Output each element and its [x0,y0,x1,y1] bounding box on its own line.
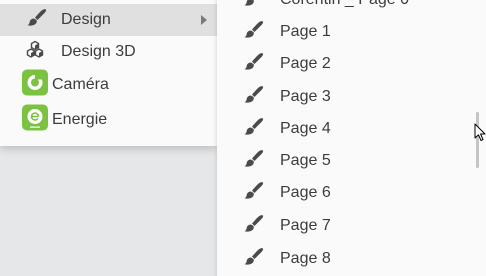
brush-icon [244,0,264,12]
brush-icon [27,9,47,32]
menu-item-design-3d[interactable]: Design 3D [0,36,217,68]
menu-item-label: Design [61,11,111,28]
cubes-icon [26,40,44,64]
submenu-item-page-4[interactable]: Page 4 [217,113,467,145]
brush-icon [244,215,264,238]
submenu-item-page-8[interactable]: Page 8 [217,243,467,275]
submenu-item-page-2[interactable]: Page 2 [217,48,467,80]
submenu-item-label: Page 4 [280,120,331,137]
submenu-item-page-6[interactable]: Page 6 [217,177,467,209]
context-menu: Design Design 3D Caméra Energie [0,0,217,146]
mouse-cursor-icon [474,123,486,141]
submenu-item-label: Page 8 [280,250,331,267]
submenu-item[interactable]: Corentin _ Page 0 [217,0,467,16]
submenu-item-label: Page 1 [280,23,331,40]
energy-app-icon [22,104,48,136]
submenu-item-label: Page 6 [280,184,331,201]
menu-item-label: Design 3D [61,43,136,60]
menu-item-label: Caméra [52,76,109,93]
submenu-item-label: Corentin _ Page 0 [280,0,409,9]
submenu-arrow-icon [201,15,207,25]
brush-icon [244,53,264,76]
submenu-item-label: Page 7 [280,217,331,234]
camera-app-icon [22,69,48,101]
submenu-item-page-1[interactable]: Page 1 [217,16,467,48]
submenu-item-label: Page 2 [280,55,331,72]
screen: Design Design 3D Caméra Energie Page 1 P… [0,0,486,276]
submenu-item-label: Page 5 [280,152,331,169]
submenu-item-page-3[interactable]: Page 3 [217,81,467,113]
brush-icon [244,248,264,271]
menu-item-design[interactable]: Design [0,4,217,36]
brush-icon [244,21,264,44]
submenu-item-page-5[interactable]: Page 5 [217,145,467,177]
submenu-panel: Corentin _ Page 0 Page 1 Page 2 Page 3 P [217,0,486,276]
submenu-item-page-7[interactable]: Page 7 [217,210,467,242]
menu-item-camera[interactable]: Caméra [0,68,217,102]
brush-icon [244,86,264,109]
brush-icon [244,118,264,141]
brush-icon [244,150,264,173]
brush-icon [244,182,264,205]
menu-item-energie[interactable]: Energie [0,102,217,138]
menu-item-label: Energie [52,111,108,128]
submenu-item-label: Page 3 [280,88,331,105]
